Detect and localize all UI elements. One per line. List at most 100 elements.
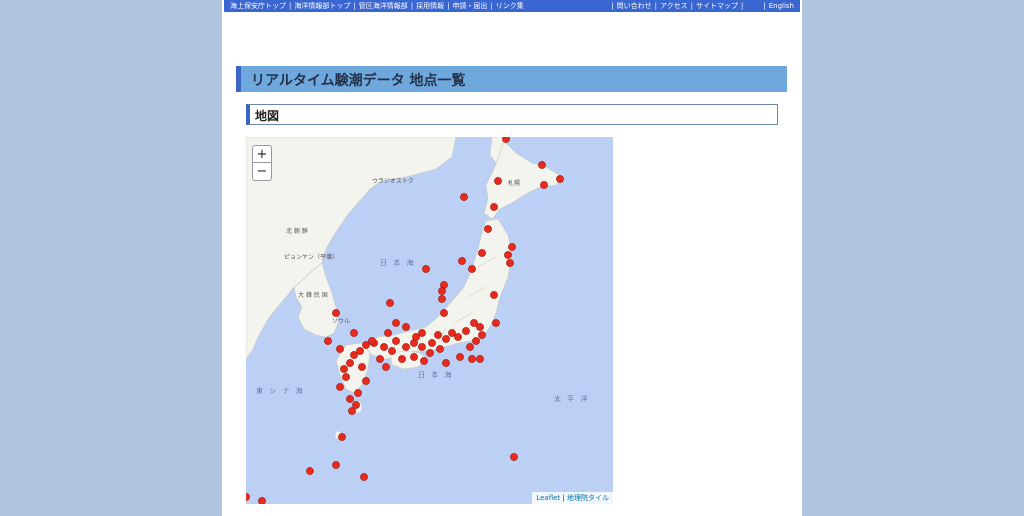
tide-station-marker[interactable] (426, 349, 434, 357)
tide-station-marker[interactable] (468, 265, 476, 273)
tide-station-marker[interactable] (458, 257, 466, 265)
gsi-tiles-link[interactable]: 地理院タイル (567, 494, 609, 502)
tide-station-marker[interactable] (402, 343, 410, 351)
label-east-china-sea: 東 シ ナ 海 (256, 386, 305, 395)
tide-station-marker[interactable] (492, 319, 500, 327)
label-seoul: ソウル (332, 317, 350, 325)
tide-station-marker[interactable] (388, 347, 396, 355)
tide-station-marker[interactable] (362, 377, 370, 385)
tide-station-marker[interactable] (410, 353, 418, 361)
tide-station-marker[interactable] (434, 331, 442, 339)
tide-station-marker[interactable] (392, 319, 400, 327)
tide-station-marker[interactable] (506, 259, 514, 267)
tide-station-marker[interactable] (346, 395, 354, 403)
tide-station-marker[interactable] (336, 345, 344, 353)
page-title-bar: リアルタイム験潮データ 地点一覧 (236, 66, 787, 92)
tide-station-marker[interactable] (556, 175, 564, 183)
tide-station-marker[interactable] (476, 355, 484, 363)
tide-station-marker[interactable] (442, 359, 450, 367)
tide-station-marker[interactable] (490, 203, 498, 211)
section-heading: 地図 (246, 104, 778, 125)
tide-station-marker[interactable] (386, 299, 394, 307)
nav-link-recruit[interactable]: 採用情報 (416, 2, 444, 10)
tide-station-marker[interactable] (438, 295, 446, 303)
tide-station-marker[interactable] (332, 461, 340, 469)
map-canvas[interactable]: ウラジオストク 日 本 海 北 朝 鮮 ピョンヤン（平壌） 大 韓 民 国 ソウ… (246, 137, 613, 504)
tide-station-marker[interactable] (460, 193, 468, 201)
mainland-land (246, 137, 457, 360)
tide-station-marker[interactable] (332, 309, 340, 317)
nav-link-application[interactable]: 申請・届出 (452, 2, 487, 10)
tide-station-marker[interactable] (358, 363, 366, 371)
zoom-in-button[interactable]: + (252, 145, 272, 163)
tide-station-marker[interactable] (462, 327, 470, 335)
nav-link-regional[interactable]: 管区海洋情報部 (359, 2, 408, 10)
tide-station-marker[interactable] (470, 319, 478, 327)
tide-station-marker[interactable] (428, 339, 436, 347)
tide-station-marker[interactable] (360, 473, 368, 481)
tide-station-marker[interactable] (392, 337, 400, 345)
tide-station-marker[interactable] (468, 355, 476, 363)
tide-station-marker[interactable] (376, 355, 384, 363)
tide-station-marker[interactable] (306, 467, 314, 475)
tide-station-marker[interactable] (422, 265, 430, 273)
section-title: 地図 (255, 109, 280, 123)
tide-station-marker[interactable] (402, 323, 410, 331)
tide-station-marker[interactable] (350, 329, 358, 337)
tide-station-marker[interactable] (438, 287, 446, 295)
nav-link-kaiho-top[interactable]: 海上保安庁トップ (230, 2, 286, 10)
page-title: リアルタイム験潮データ 地点一覧 (251, 73, 466, 89)
nav-link-contact[interactable]: 問い合わせ (617, 2, 652, 10)
tide-station-marker[interactable] (354, 389, 362, 397)
map-attribution: Leaflet | 地理院タイル (532, 492, 613, 504)
tide-station-marker[interactable] (340, 365, 348, 373)
tide-station-marker[interactable] (456, 353, 464, 361)
nav-link-links[interactable]: リンク集 (496, 2, 524, 10)
tide-station-marker[interactable] (342, 373, 350, 381)
tide-station-marker[interactable] (494, 177, 502, 185)
leaflet-link[interactable]: Leaflet (536, 494, 560, 502)
tide-station-marker[interactable] (418, 343, 426, 351)
nav-link-sitemap[interactable]: サイトマップ (696, 2, 738, 10)
tide-station-marker[interactable] (380, 343, 388, 351)
tide-station-marker[interactable] (346, 359, 354, 367)
tide-station-marker[interactable] (448, 329, 456, 337)
tide-station-marker[interactable] (490, 291, 498, 299)
tide-station-marker[interactable] (368, 337, 376, 345)
tide-station-marker[interactable] (338, 433, 346, 441)
tide-station-marker[interactable] (502, 137, 510, 143)
tide-station-marker[interactable] (418, 329, 426, 337)
tide-station-marker[interactable] (348, 407, 356, 415)
nav-link-hydro-top[interactable]: 海洋情報部トップ (294, 2, 350, 10)
tide-station-marker[interactable] (508, 243, 516, 251)
tide-station-marker[interactable] (478, 331, 486, 339)
tide-station-marker[interactable] (246, 493, 250, 501)
tide-station-marker[interactable] (478, 249, 486, 257)
nav-link-access[interactable]: アクセス (660, 2, 688, 10)
tide-station-marker[interactable] (382, 363, 390, 371)
tide-station-marker[interactable] (466, 343, 474, 351)
tide-station-marker[interactable] (504, 251, 512, 259)
tide-station-marker[interactable] (398, 355, 406, 363)
nav-link-english[interactable]: English (769, 2, 794, 10)
tide-station-marker[interactable] (258, 497, 266, 504)
map-container[interactable]: ウラジオストク 日 本 海 北 朝 鮮 ピョンヤン（平壌） 大 韓 民 国 ソウ… (246, 137, 613, 504)
tide-station-marker[interactable] (436, 345, 444, 353)
label-south-korea: 大 韓 民 国 (298, 291, 328, 299)
tide-station-marker[interactable] (538, 161, 546, 169)
tide-station-marker[interactable] (472, 337, 480, 345)
tide-station-marker[interactable] (440, 309, 448, 317)
tide-station-marker[interactable] (384, 329, 392, 337)
tide-station-marker[interactable] (420, 357, 428, 365)
tide-station-marker[interactable] (484, 225, 492, 233)
tide-station-marker[interactable] (324, 337, 332, 345)
zoom-out-button[interactable]: − (252, 163, 272, 181)
label-sapporo: 札幌 (508, 179, 520, 187)
tide-station-marker[interactable] (336, 383, 344, 391)
tide-station-marker[interactable] (442, 335, 450, 343)
tide-station-marker[interactable] (350, 351, 358, 359)
top-navigation-bar: 海上保安庁トップ | 海洋情報部トップ | 管区海洋情報部 | 採用情報 | 申請・届出 | リンク… (224, 0, 800, 12)
tide-station-marker[interactable] (540, 181, 548, 189)
tide-station-marker[interactable] (510, 453, 518, 461)
nav-right-links: | 問い合わせ | アクセス | サイトマップ | | English (611, 2, 794, 10)
